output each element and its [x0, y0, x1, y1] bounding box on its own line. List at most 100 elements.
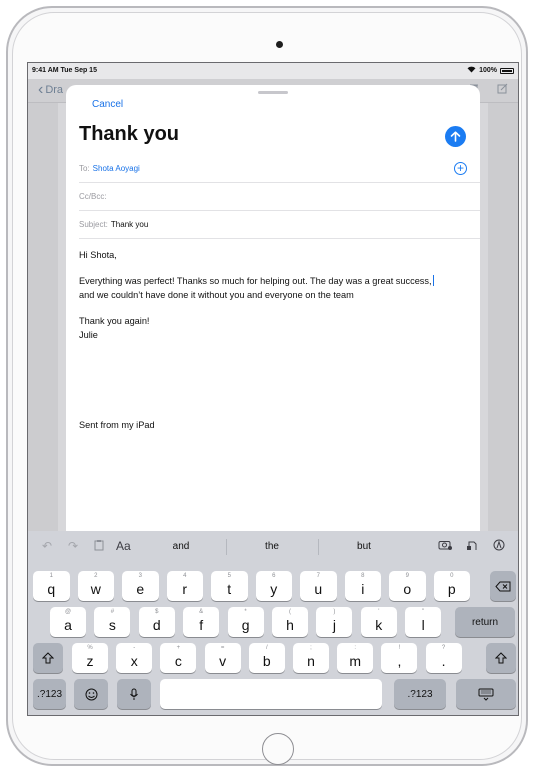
key-row2-7[interactable]: ' k	[360, 607, 397, 637]
subject-value[interactable]: Thank you	[111, 220, 148, 229]
suggestion-3[interactable]: but	[319, 541, 409, 552]
compose-icon[interactable]	[497, 83, 508, 97]
key-hint: 3	[138, 573, 142, 579]
key-row2-3[interactable]: & f	[183, 607, 220, 637]
status-bar: 9:41 AM Tue Sep 15 100%	[28, 63, 518, 79]
space-bar[interactable]	[160, 679, 382, 709]
key-hint: 6	[272, 573, 276, 579]
paste-icon[interactable]	[94, 539, 104, 554]
home-button[interactable]	[262, 733, 294, 765]
key-hint: &	[199, 609, 204, 615]
emoji-icon	[85, 688, 97, 700]
body-signature: Sent from my iPad	[79, 420, 155, 430]
key-label: a	[64, 617, 72, 633]
key-hint: +	[176, 645, 181, 651]
cancel-button[interactable]: Cancel	[92, 99, 123, 110]
key-row3-0[interactable]: % z	[72, 643, 108, 673]
suggestion-2[interactable]: the	[227, 541, 317, 552]
key-hint: '	[378, 609, 380, 615]
numbers-key-left[interactable]: .?123	[33, 679, 66, 709]
shift-key-right[interactable]	[486, 643, 516, 673]
key-label: y	[270, 581, 278, 597]
subject-field[interactable]: Subject: Thank you	[79, 211, 480, 239]
to-field[interactable]: To: Shota Aoyagi +	[79, 155, 480, 183]
redo-icon[interactable]: ↷	[68, 539, 78, 553]
key-label: v	[219, 653, 227, 669]
sheet-grabber[interactable]	[258, 91, 288, 94]
key-row2-5[interactable]: (h	[272, 607, 308, 637]
numbers-key-right[interactable]: .?123	[394, 679, 446, 709]
message-body[interactable]: Hi Shota, Everything was perfect! Thanks…	[79, 248, 471, 432]
key-row2-2[interactable]: $ d	[138, 607, 175, 637]
key-row1-6[interactable]: 7u	[300, 571, 337, 601]
compose-sheet: Cancel Thank you To: Shota Aoyagi + Cc/B…	[66, 85, 480, 540]
keyboard: ↶ ↷ Aa and the but 1q2w3e4r5t6y7u8i9o0p …	[28, 531, 518, 715]
delete-key[interactable]	[490, 571, 516, 601]
key-row1-1[interactable]: 2w	[77, 571, 114, 601]
to-recipient[interactable]: Shota Aoyagi	[93, 164, 140, 173]
suggestion-1[interactable]: and	[136, 541, 226, 552]
key-row3-8[interactable]: ?.	[425, 643, 462, 673]
camera-icon[interactable]	[438, 539, 452, 553]
key-label: i	[361, 581, 365, 597]
arrow-up-icon	[450, 131, 461, 142]
subject-label: Subject:	[79, 220, 108, 229]
key-row1-0[interactable]: 1q	[33, 571, 70, 601]
key-hint: (	[289, 609, 291, 615]
format-button[interactable]: Aa	[116, 539, 131, 553]
body-greeting: Hi Shota,	[79, 250, 117, 260]
body-closing-line1: Thank you again!	[79, 316, 150, 326]
key-label: z	[86, 653, 94, 669]
hide-keyboard-icon	[478, 688, 494, 701]
key-label: .	[441, 653, 446, 669]
emoji-key[interactable]	[74, 679, 108, 709]
body-paragraph-line1: Everything was perfect! Thanks so much f…	[79, 275, 434, 286]
key-row3-5[interactable]: ; n	[293, 643, 329, 673]
key-row1-5[interactable]: 6y	[255, 571, 292, 601]
key-hint: 4	[183, 573, 187, 579]
key-row2-0[interactable]: @ a	[50, 607, 86, 637]
key-row1-3[interactable]: 4r	[166, 571, 203, 601]
key-row1-7[interactable]: 8i	[344, 571, 381, 601]
key-row2-6[interactable]: ) j	[316, 607, 353, 637]
return-key[interactable]: return	[455, 607, 515, 637]
status-right: 100%	[467, 66, 514, 75]
shift-key-left[interactable]	[33, 643, 63, 673]
battery-percent: 100%	[479, 67, 497, 74]
markup-icon[interactable]	[493, 539, 505, 554]
key-row2-4[interactable]: * g	[227, 607, 264, 637]
add-recipient-icon[interactable]: +	[454, 162, 467, 175]
key-label: q	[47, 581, 56, 597]
ccbcc-field[interactable]: Cc/Bcc:	[79, 183, 480, 211]
key-row2-1[interactable]: # s	[94, 607, 131, 637]
key-row3-6[interactable]: :m	[337, 643, 374, 673]
key-hint: "	[422, 609, 425, 615]
delete-icon	[495, 581, 511, 591]
key-hint: :	[354, 645, 357, 651]
key-row1-2[interactable]: 3e	[122, 571, 159, 601]
hide-keyboard-key[interactable]	[456, 679, 516, 709]
key-row3-4[interactable]: / b	[248, 643, 285, 673]
key-label: e	[136, 581, 145, 597]
key-label: r	[182, 581, 188, 597]
background-back-button[interactable]: ‹ Dra	[38, 82, 63, 98]
key-label: g	[241, 617, 250, 633]
attachment-icon[interactable]	[466, 539, 478, 554]
key-row3-3[interactable]: = v	[204, 643, 241, 673]
key-row2-8[interactable]: " l	[405, 607, 442, 637]
key-row3-1[interactable]: -x	[116, 643, 153, 673]
key-row3-2[interactable]: + c	[160, 643, 197, 673]
key-row1-8[interactable]: 9o	[389, 571, 426, 601]
key-hint: -	[133, 645, 136, 651]
key-row1-9[interactable]: 0p	[433, 571, 470, 601]
key-label: t	[227, 581, 232, 597]
key-row3-7[interactable]: !,	[381, 643, 418, 673]
key-label: c	[174, 653, 182, 669]
screen: 9:41 AM Tue Sep 15 100% ‹ Dra Cancel Tha…	[27, 62, 519, 716]
battery-icon	[500, 67, 514, 74]
dictation-key[interactable]	[117, 679, 151, 709]
undo-icon[interactable]: ↶	[42, 539, 52, 553]
key-hint: /	[265, 645, 268, 651]
key-row1-4[interactable]: 5t	[211, 571, 248, 601]
send-button[interactable]	[445, 126, 466, 147]
